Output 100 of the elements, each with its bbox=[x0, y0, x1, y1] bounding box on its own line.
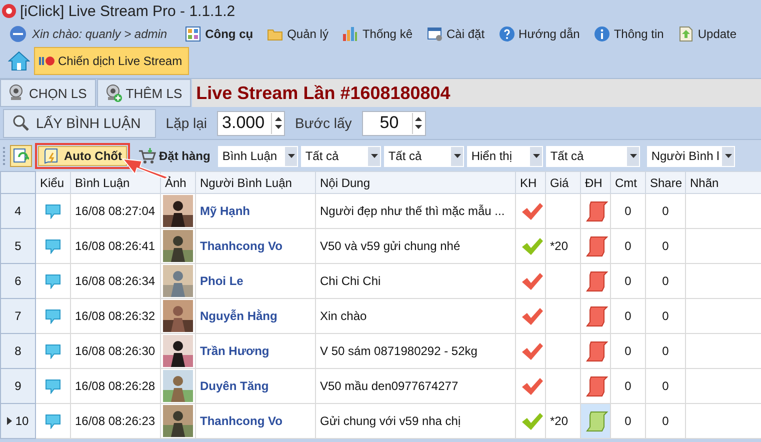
help-icon bbox=[498, 26, 515, 42]
comment-count: 0 bbox=[624, 309, 632, 323]
table-cell: 16/08 08:26:23 bbox=[75, 414, 156, 428]
row-number: 10 bbox=[15, 414, 29, 428]
commenter-name[interactable]: Mỹ Hạnh bbox=[200, 204, 250, 218]
menu-item[interactable]: Update bbox=[674, 26, 745, 42]
table-cell: 16/08 08:26:34 bbox=[75, 274, 156, 288]
column-header: Ảnh bbox=[160, 172, 196, 194]
webcam-add-icon bbox=[104, 84, 122, 102]
step-spinner[interactable]: 50 bbox=[362, 110, 426, 136]
dropdown-arrow-icon[interactable] bbox=[630, 154, 637, 158]
dropdown-arrow-icon[interactable] bbox=[724, 154, 732, 158]
table-cell: 16/08 08:27:04 bbox=[75, 204, 156, 218]
price-cell: *20 bbox=[550, 414, 568, 428]
filter-dropdown[interactable]: Hiển thị bbox=[467, 146, 544, 166]
comment-icon bbox=[45, 274, 61, 289]
comment-icon bbox=[45, 414, 61, 429]
comment-count: 0 bbox=[624, 204, 632, 218]
dropdown-arrow-icon[interactable] bbox=[370, 154, 378, 158]
comment-text: Chi Chi Chi bbox=[320, 274, 381, 288]
filter-dropdown[interactable]: Tất cả bbox=[384, 146, 464, 166]
greeting-text: Xin chào: quanly > admin bbox=[32, 27, 168, 41]
menu-item[interactable]: Cài đặt bbox=[422, 26, 493, 42]
tab-button[interactable]: THÊM LS bbox=[96, 79, 192, 107]
comment-text: Người đẹp như thế thì mặc mẫu ... bbox=[320, 204, 505, 218]
spin-arrows-icon[interactable] bbox=[274, 115, 282, 131]
toolbar-button[interactable]: Auto Chốt bbox=[38, 146, 127, 166]
price-cell: *20 bbox=[550, 239, 568, 253]
filter-dropdown[interactable]: Tất cả bbox=[301, 146, 382, 166]
comment-count: 0 bbox=[624, 344, 632, 358]
scroll-icon[interactable] bbox=[585, 375, 609, 397]
app-icon bbox=[2, 4, 16, 18]
logo-icon bbox=[10, 26, 26, 42]
settings-icon bbox=[426, 26, 442, 42]
share-count: 0 bbox=[662, 204, 669, 218]
comment-icon bbox=[45, 378, 61, 394]
row-header[interactable]: 9 bbox=[0, 368, 36, 404]
comment-icon bbox=[45, 344, 61, 359]
row-header[interactable]: 5 bbox=[0, 228, 36, 264]
column-header: Giá bbox=[546, 172, 580, 194]
repeat-spinner[interactable]: 3.000 bbox=[217, 110, 286, 136]
menu-item[interactable]: Thông tin bbox=[590, 26, 672, 42]
comment-icon bbox=[45, 308, 61, 324]
ribbon-tab[interactable]: Chiến dịch Live Stream bbox=[34, 47, 190, 75]
row-header[interactable]: 4 bbox=[0, 194, 36, 228]
repeat-label: Lặp lại bbox=[166, 115, 208, 131]
comment-text: V 50 sám 0871980292 - 52kg bbox=[320, 344, 478, 358]
commenter-name[interactable]: Phoi Le bbox=[200, 274, 244, 288]
cart-icon bbox=[138, 148, 156, 164]
filter-dropdown[interactable]: Bình Luận bbox=[218, 146, 298, 166]
step-label: Bước lấy bbox=[295, 115, 352, 131]
column-header: KH bbox=[516, 172, 546, 194]
row-header[interactable]: 6 bbox=[0, 264, 36, 298]
scroll-icon[interactable] bbox=[585, 410, 609, 432]
comment-text: Gửi chung với v59 nha chị bbox=[320, 414, 461, 428]
row-header[interactable]: 8 bbox=[0, 334, 36, 368]
column-header: ĐH bbox=[580, 172, 610, 194]
row-header[interactable]: 10 bbox=[0, 404, 36, 438]
comment-count: 0 bbox=[624, 379, 632, 393]
comment-text: Xin chào bbox=[320, 309, 367, 323]
filter-dropdown[interactable]: Tất cả bbox=[546, 146, 640, 166]
scroll-icon[interactable] bbox=[585, 340, 609, 362]
comment-icon bbox=[45, 204, 61, 219]
scroll-icon[interactable] bbox=[585, 270, 609, 292]
share-count: 0 bbox=[662, 309, 669, 323]
refresh-button[interactable] bbox=[10, 145, 32, 167]
row-number: 7 bbox=[14, 309, 22, 323]
filter-dropdown[interactable]: Người Bình l bbox=[647, 146, 736, 166]
scroll-icon[interactable] bbox=[585, 200, 609, 222]
row-header[interactable]: 7 bbox=[0, 298, 36, 334]
webcam-icon bbox=[7, 84, 25, 102]
tab-button[interactable]: CHỌN LS bbox=[0, 79, 96, 107]
column-header: Nhãn bbox=[686, 172, 761, 194]
dropdown-arrow-icon[interactable] bbox=[532, 154, 540, 158]
comment-text: V50 mầu den0977674277 bbox=[320, 379, 458, 393]
menu-item[interactable]: Công cụ bbox=[181, 26, 262, 42]
spin-arrows-icon[interactable] bbox=[415, 115, 422, 131]
dropdown-arrow-icon[interactable] bbox=[288, 154, 295, 158]
share-count: 0 bbox=[662, 414, 669, 428]
menu-item[interactable]: Quản lý bbox=[263, 26, 336, 42]
refresh-icon bbox=[13, 148, 29, 164]
bar-chart-icon bbox=[342, 26, 358, 42]
fetch-comments-button[interactable]: LẤY BÌNH LUẬN bbox=[3, 108, 156, 138]
toolbar-button[interactable]: Đặt hàng bbox=[132, 146, 216, 166]
comment-count: 0 bbox=[624, 239, 632, 253]
scroll-icon[interactable] bbox=[585, 305, 609, 327]
campaign-title: Live Stream Lần #1608180804 bbox=[192, 79, 761, 107]
tiles-icon bbox=[185, 26, 202, 42]
row-number: 4 bbox=[14, 204, 22, 218]
home-icon[interactable] bbox=[8, 51, 30, 71]
menu-item[interactable]: Hướng dẫn bbox=[494, 26, 588, 42]
table-cell: 16/08 08:26:32 bbox=[75, 309, 156, 323]
row-number: 8 bbox=[14, 344, 22, 358]
comment-count: 0 bbox=[624, 274, 632, 288]
live-icon bbox=[39, 56, 55, 66]
menu-item[interactable]: Thống kê bbox=[338, 26, 420, 42]
dropdown-arrow-icon[interactable] bbox=[454, 154, 461, 158]
scroll-icon[interactable] bbox=[585, 235, 609, 257]
column-header: Cmt bbox=[610, 172, 646, 194]
column-header: Người Bình Luận bbox=[196, 172, 316, 194]
